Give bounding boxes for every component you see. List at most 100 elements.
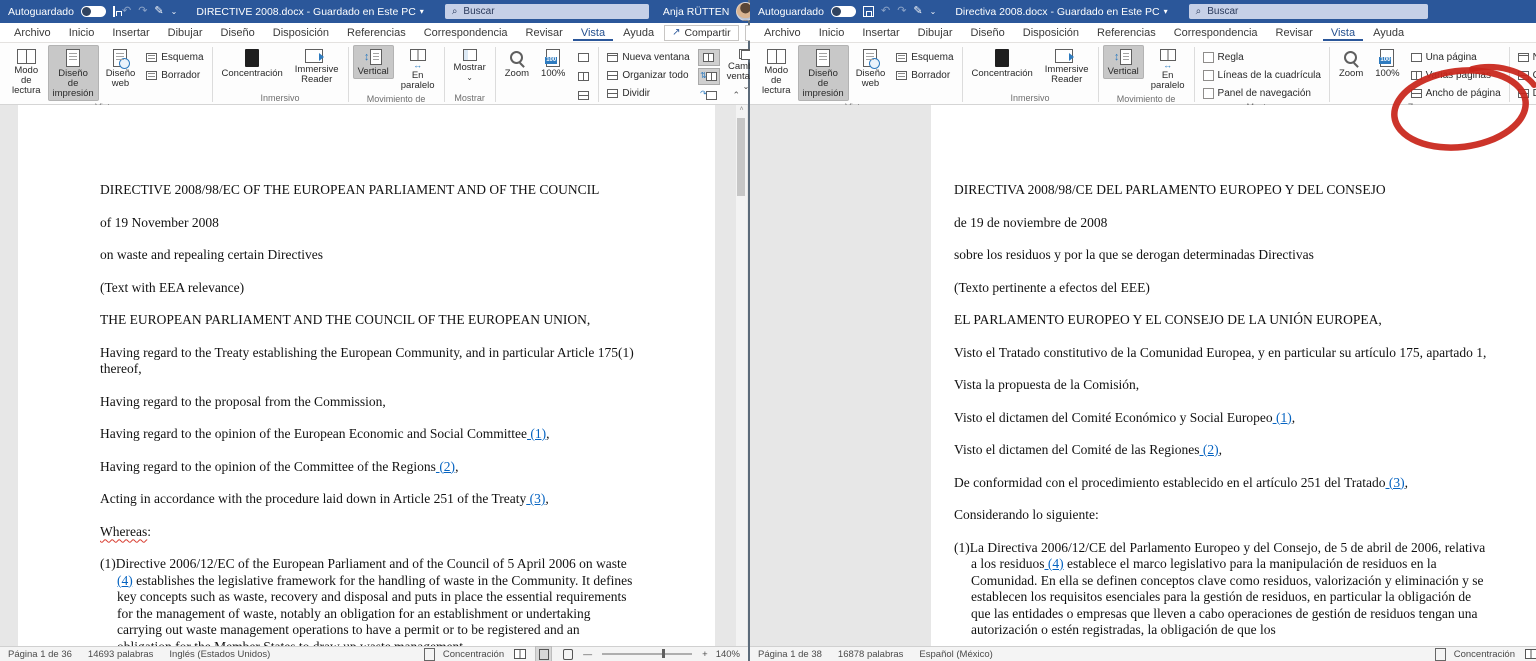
search-input[interactable]: ⌕ Buscar	[1189, 4, 1428, 19]
page-indicator[interactable]: Página 1 de 38	[758, 649, 822, 660]
tab-ayuda[interactable]: Ayuda	[615, 24, 662, 41]
vertical-scrollbar[interactable]: ˄	[736, 105, 747, 646]
zoom-100-button[interactable]: 100%	[536, 45, 570, 81]
focus-mode-button[interactable]: Concentración	[443, 649, 504, 660]
pen-icon[interactable]: ✎	[154, 6, 163, 17]
navigation-pane-checkbox[interactable]: Panel de navegación	[1199, 85, 1325, 101]
redo-icon[interactable]: ↷	[138, 6, 147, 17]
zoom-button[interactable]: Zoom	[1334, 45, 1368, 81]
collapse-ribbon-icon[interactable]: ⌃	[732, 90, 740, 101]
new-window-button[interactable]: Nueva ventana	[603, 49, 693, 65]
zoom-in-button[interactable]: +	[702, 649, 708, 660]
undo-icon[interactable]: ↶	[881, 6, 890, 17]
split-button[interactable]: Dividir	[603, 85, 693, 101]
word-count[interactable]: 16878 palabras	[838, 649, 904, 660]
focus-mode-button[interactable]: Concentración	[1454, 649, 1515, 660]
page-indicator[interactable]: Página 1 de 36	[8, 649, 72, 660]
show-dropdown-button[interactable]: Mostrar ⌄	[449, 45, 491, 83]
tab-disposición[interactable]: Disposición	[265, 24, 337, 41]
document-page[interactable]: DIRECTIVE 2008/98/EC OF THE EUROPEAN PAR…	[18, 105, 715, 646]
ruler-checkbox[interactable]: Regla	[1199, 49, 1325, 65]
page-width-button[interactable]: Ancho de página	[1407, 85, 1505, 101]
tab-archivo[interactable]: Archivo	[756, 24, 809, 41]
tab-dibujar[interactable]: Dibujar	[160, 24, 211, 41]
tab-insertar[interactable]: Insertar	[104, 24, 157, 41]
vertical-button[interactable]: ↕ Vertical	[1103, 45, 1144, 79]
draft-button[interactable]: Borrador	[892, 67, 957, 83]
vertical-button[interactable]: ↕ Vertical	[353, 45, 394, 79]
tab-vista[interactable]: Vista	[1323, 24, 1363, 41]
draft-button[interactable]: Borrador	[142, 67, 207, 83]
tab-revisar[interactable]: Revisar	[518, 24, 571, 41]
language-indicator[interactable]: Inglés (Estados Unidos)	[169, 649, 270, 660]
footnote-link[interactable]: (1)	[1273, 410, 1292, 425]
one-page-button[interactable]: Una página	[1407, 49, 1505, 65]
tab-inicio[interactable]: Inicio	[811, 24, 853, 41]
footnote-link[interactable]: (4)	[1045, 556, 1064, 571]
immersive-reader-button[interactable]: Immersive Reader	[1040, 45, 1094, 87]
outline-button[interactable]: Esquema	[892, 49, 957, 65]
zoom-slider[interactable]	[602, 653, 692, 655]
page-width-button[interactable]	[572, 87, 594, 104]
split-button[interactable]: Dividir	[1514, 85, 1536, 101]
reset-window-position-button[interactable]	[698, 87, 720, 104]
zoom-percentage[interactable]: 140%	[716, 649, 740, 660]
document-title[interactable]: DIRECTIVE 2008.docx - Guardado en Este P…	[196, 6, 423, 18]
tab-correspondencia[interactable]: Correspondencia	[1166, 24, 1266, 41]
view-side-by-side-button[interactable]	[698, 49, 720, 66]
footnote-link[interactable]: (1)	[527, 426, 546, 441]
immersive-reader-button[interactable]: Immersive Reader	[290, 45, 344, 87]
word-count[interactable]: 14693 palabras	[88, 649, 154, 660]
customize-toolbar-icon[interactable]: ⌄	[930, 8, 937, 16]
read-mode-button[interactable]: Modo de lectura	[757, 45, 796, 98]
side-to-side-button[interactable]: ↔ En paralelo	[396, 45, 440, 93]
web-layout-button[interactable]: Diseño web	[101, 45, 141, 91]
redo-icon[interactable]: ↷	[897, 6, 906, 17]
tab-diseño[interactable]: Diseño	[213, 24, 263, 41]
one-page-button[interactable]	[572, 49, 594, 66]
read-mode-view-button[interactable]	[1523, 647, 1536, 661]
print-layout-button[interactable]: Diseño de impresión	[798, 45, 849, 101]
footnote-link[interactable]: (2)	[1200, 442, 1219, 457]
tab-insertar[interactable]: Insertar	[854, 24, 907, 41]
save-icon[interactable]	[113, 6, 115, 17]
tab-referencias[interactable]: Referencias	[339, 24, 414, 41]
outline-button[interactable]: Esquema	[142, 49, 207, 65]
print-layout-button[interactable]: Diseño de impresión	[48, 45, 99, 101]
tab-disposición[interactable]: Disposición	[1015, 24, 1087, 41]
search-input[interactable]: ⌕ Buscar	[445, 4, 649, 19]
tab-correspondencia[interactable]: Correspondencia	[416, 24, 516, 41]
footnote-link[interactable]: (2)	[436, 459, 455, 474]
footnote-link[interactable]: (3)	[1386, 475, 1405, 490]
language-indicator[interactable]: Español (México)	[919, 649, 992, 660]
synchronous-scrolling-button[interactable]	[698, 68, 720, 85]
tab-vista[interactable]: Vista	[573, 24, 613, 41]
footnote-link[interactable]: (3)	[526, 491, 545, 506]
zoom-button[interactable]: Zoom	[500, 45, 534, 81]
read-mode-view-button[interactable]	[512, 647, 527, 661]
gridlines-checkbox[interactable]: Líneas de la cuadrícula	[1199, 67, 1325, 83]
autosave-toggle[interactable]	[81, 6, 106, 17]
footnote-link[interactable]: (4)	[117, 573, 133, 588]
web-layout-button[interactable]: Diseño web	[851, 45, 891, 91]
tab-dibujar[interactable]: Dibujar	[910, 24, 961, 41]
zoom-100-button[interactable]: 100%	[1370, 45, 1404, 81]
customize-toolbar-icon[interactable]: ⌄	[171, 8, 178, 16]
multiple-pages-button[interactable]	[572, 68, 594, 85]
arrange-all-button[interactable]: Organizar todo	[1514, 67, 1536, 83]
pen-icon[interactable]: ✎	[913, 6, 922, 17]
tab-referencias[interactable]: Referencias	[1089, 24, 1164, 41]
tab-ayuda[interactable]: Ayuda	[1365, 24, 1412, 41]
save-icon[interactable]	[863, 6, 874, 17]
read-mode-button[interactable]: Modo de lectura	[7, 45, 46, 98]
focus-button[interactable]: Concentración	[217, 45, 288, 81]
user-name[interactable]: Anja RÜTTEN	[663, 6, 730, 18]
scrollbar-thumb[interactable]	[737, 118, 745, 196]
side-to-side-button[interactable]: ↔ En paralelo	[1146, 45, 1190, 93]
undo-icon[interactable]: ↶	[122, 6, 131, 17]
scroll-up-icon[interactable]: ˄	[736, 106, 747, 113]
web-layout-view-button[interactable]	[560, 647, 575, 661]
arrange-all-button[interactable]: Organizar todo	[603, 67, 693, 83]
multiple-pages-button[interactable]: Varias páginas	[1407, 67, 1505, 83]
document-title[interactable]: Directiva 2008.docx - Guardado en Este P…	[955, 6, 1167, 18]
